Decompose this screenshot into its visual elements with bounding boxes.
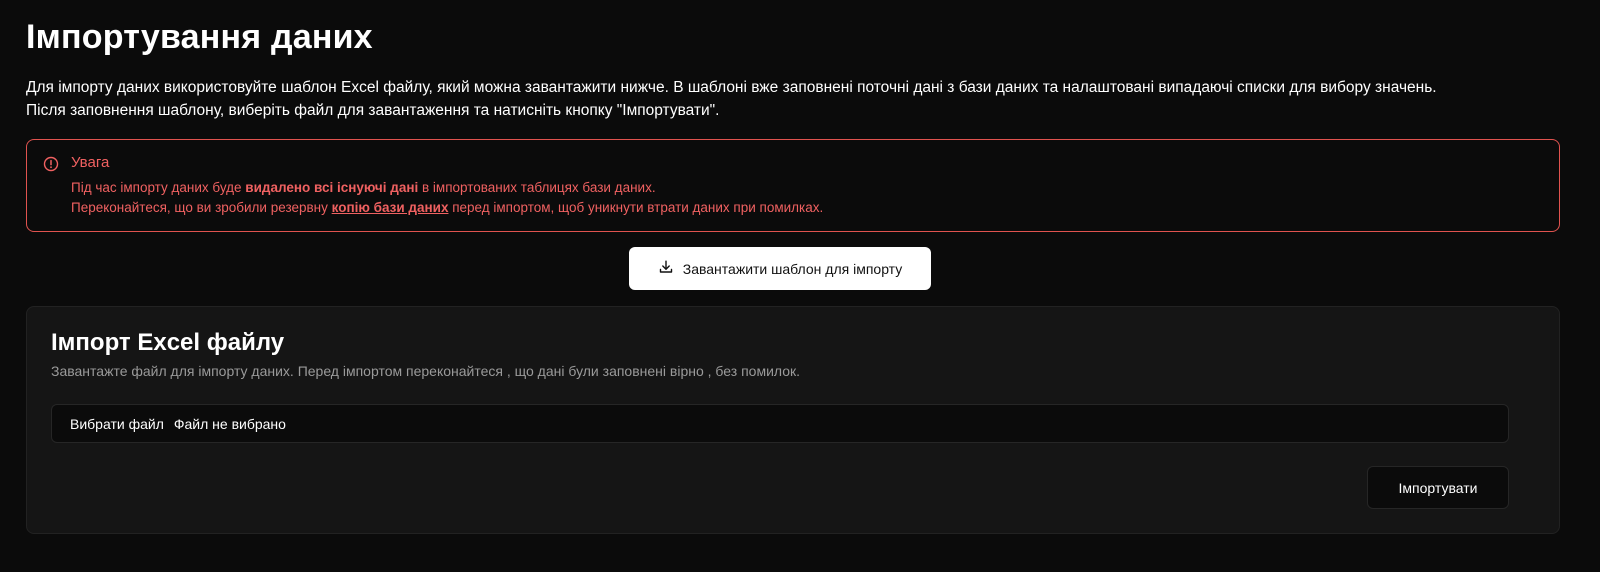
intro-line-1: Для імпорту даних використовуйте шаблон … (26, 79, 1437, 96)
backup-link[interactable]: копію бази даних (332, 200, 449, 215)
download-template-label: Завантажити шаблон для імпорту (682, 260, 903, 277)
file-status: Файл не вибрано (173, 415, 286, 432)
alert-circle-icon (43, 156, 59, 172)
alert-line-2-end: перед імпортом, щоб уникнути втрати дани… (448, 200, 824, 215)
alert-emphasis: видалено всі існуючі дані (245, 180, 419, 195)
warning-alert: Увага Під час імпорту даних буде видален… (26, 139, 1560, 232)
import-card: Імпорт Excel файлу Завантажте файл для і… (26, 306, 1560, 534)
alert-body: Під час імпорту даних буде видалено всі … (71, 178, 823, 218)
download-template-button[interactable]: Завантажити шаблон для імпорту (629, 247, 931, 290)
import-card-description: Завантажте файл для імпорту даних. Перед… (51, 363, 801, 379)
intro-text: Для імпорту даних використовуйте шаблон … (26, 76, 1566, 122)
alert-line-1-end: в імпортованих таблицях бази даних. (418, 180, 656, 195)
download-icon (658, 259, 674, 278)
file-input[interactable]: Вибрати файл Файл не вибрано (51, 404, 1509, 443)
alert-title: Увага (71, 154, 110, 171)
import-page: Імпортування даних Для імпорту даних вик… (0, 0, 1600, 572)
page-title: Імпортування даних (26, 18, 373, 56)
import-card-title: Імпорт Excel файлу (51, 329, 285, 356)
alert-line-1-start: Під час імпорту даних буде (71, 180, 246, 195)
alert-line-1: Під час імпорту даних буде видалено всі … (71, 178, 823, 198)
import-button[interactable]: Імпортувати (1367, 466, 1509, 509)
alert-line-2: Переконайтеся, що ви зробили резервну ко… (71, 198, 823, 218)
intro-line-2: Після заповнення шаблону, виберіть файл … (26, 102, 720, 119)
alert-line-2-start: Переконайтеся, що ви зробили резервну (71, 200, 332, 215)
choose-file-button[interactable]: Вибрати файл (70, 416, 164, 432)
